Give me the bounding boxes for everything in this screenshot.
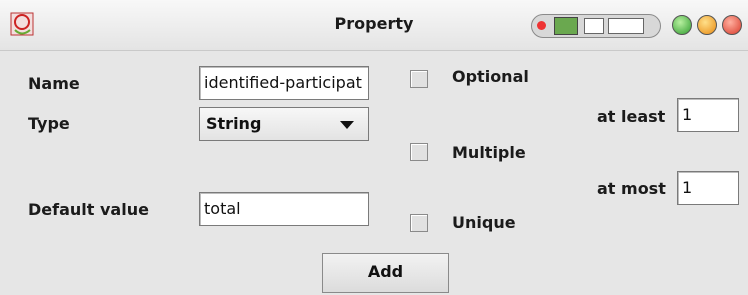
title-bar: Property (0, 0, 748, 51)
at-most-input[interactable]: 1 (677, 171, 739, 205)
at-most-label: at most (597, 179, 666, 198)
at-least-input[interactable]: 1 (677, 98, 739, 132)
multiple-checkbox[interactable] (410, 143, 428, 161)
optional-checkbox[interactable] (410, 70, 428, 88)
type-select[interactable]: String (199, 107, 369, 141)
type-select-value: String (206, 114, 262, 133)
name-label: Name (28, 74, 80, 93)
minimize-icon[interactable] (584, 18, 604, 34)
chevron-down-icon (340, 121, 354, 129)
unique-label: Unique (452, 213, 516, 232)
multiple-label: Multiple (452, 143, 526, 162)
tray-control-icon[interactable] (531, 14, 661, 38)
record-dot-icon (537, 21, 546, 30)
add-button[interactable]: Add (322, 253, 449, 293)
green-window-button[interactable] (672, 15, 692, 35)
default-value-label: Default value (28, 200, 149, 219)
name-input[interactable]: identified-participat (199, 66, 369, 100)
unique-checkbox[interactable] (410, 214, 428, 232)
close-window-button[interactable] (722, 15, 742, 35)
at-least-label: at least (597, 107, 666, 126)
type-label: Type (28, 114, 70, 133)
optional-label: Optional (452, 67, 529, 86)
orange-window-button[interactable] (697, 15, 717, 35)
maximize-icon[interactable] (608, 18, 644, 34)
gpu-chip-icon (554, 17, 578, 35)
default-value-input[interactable]: total (199, 192, 369, 226)
